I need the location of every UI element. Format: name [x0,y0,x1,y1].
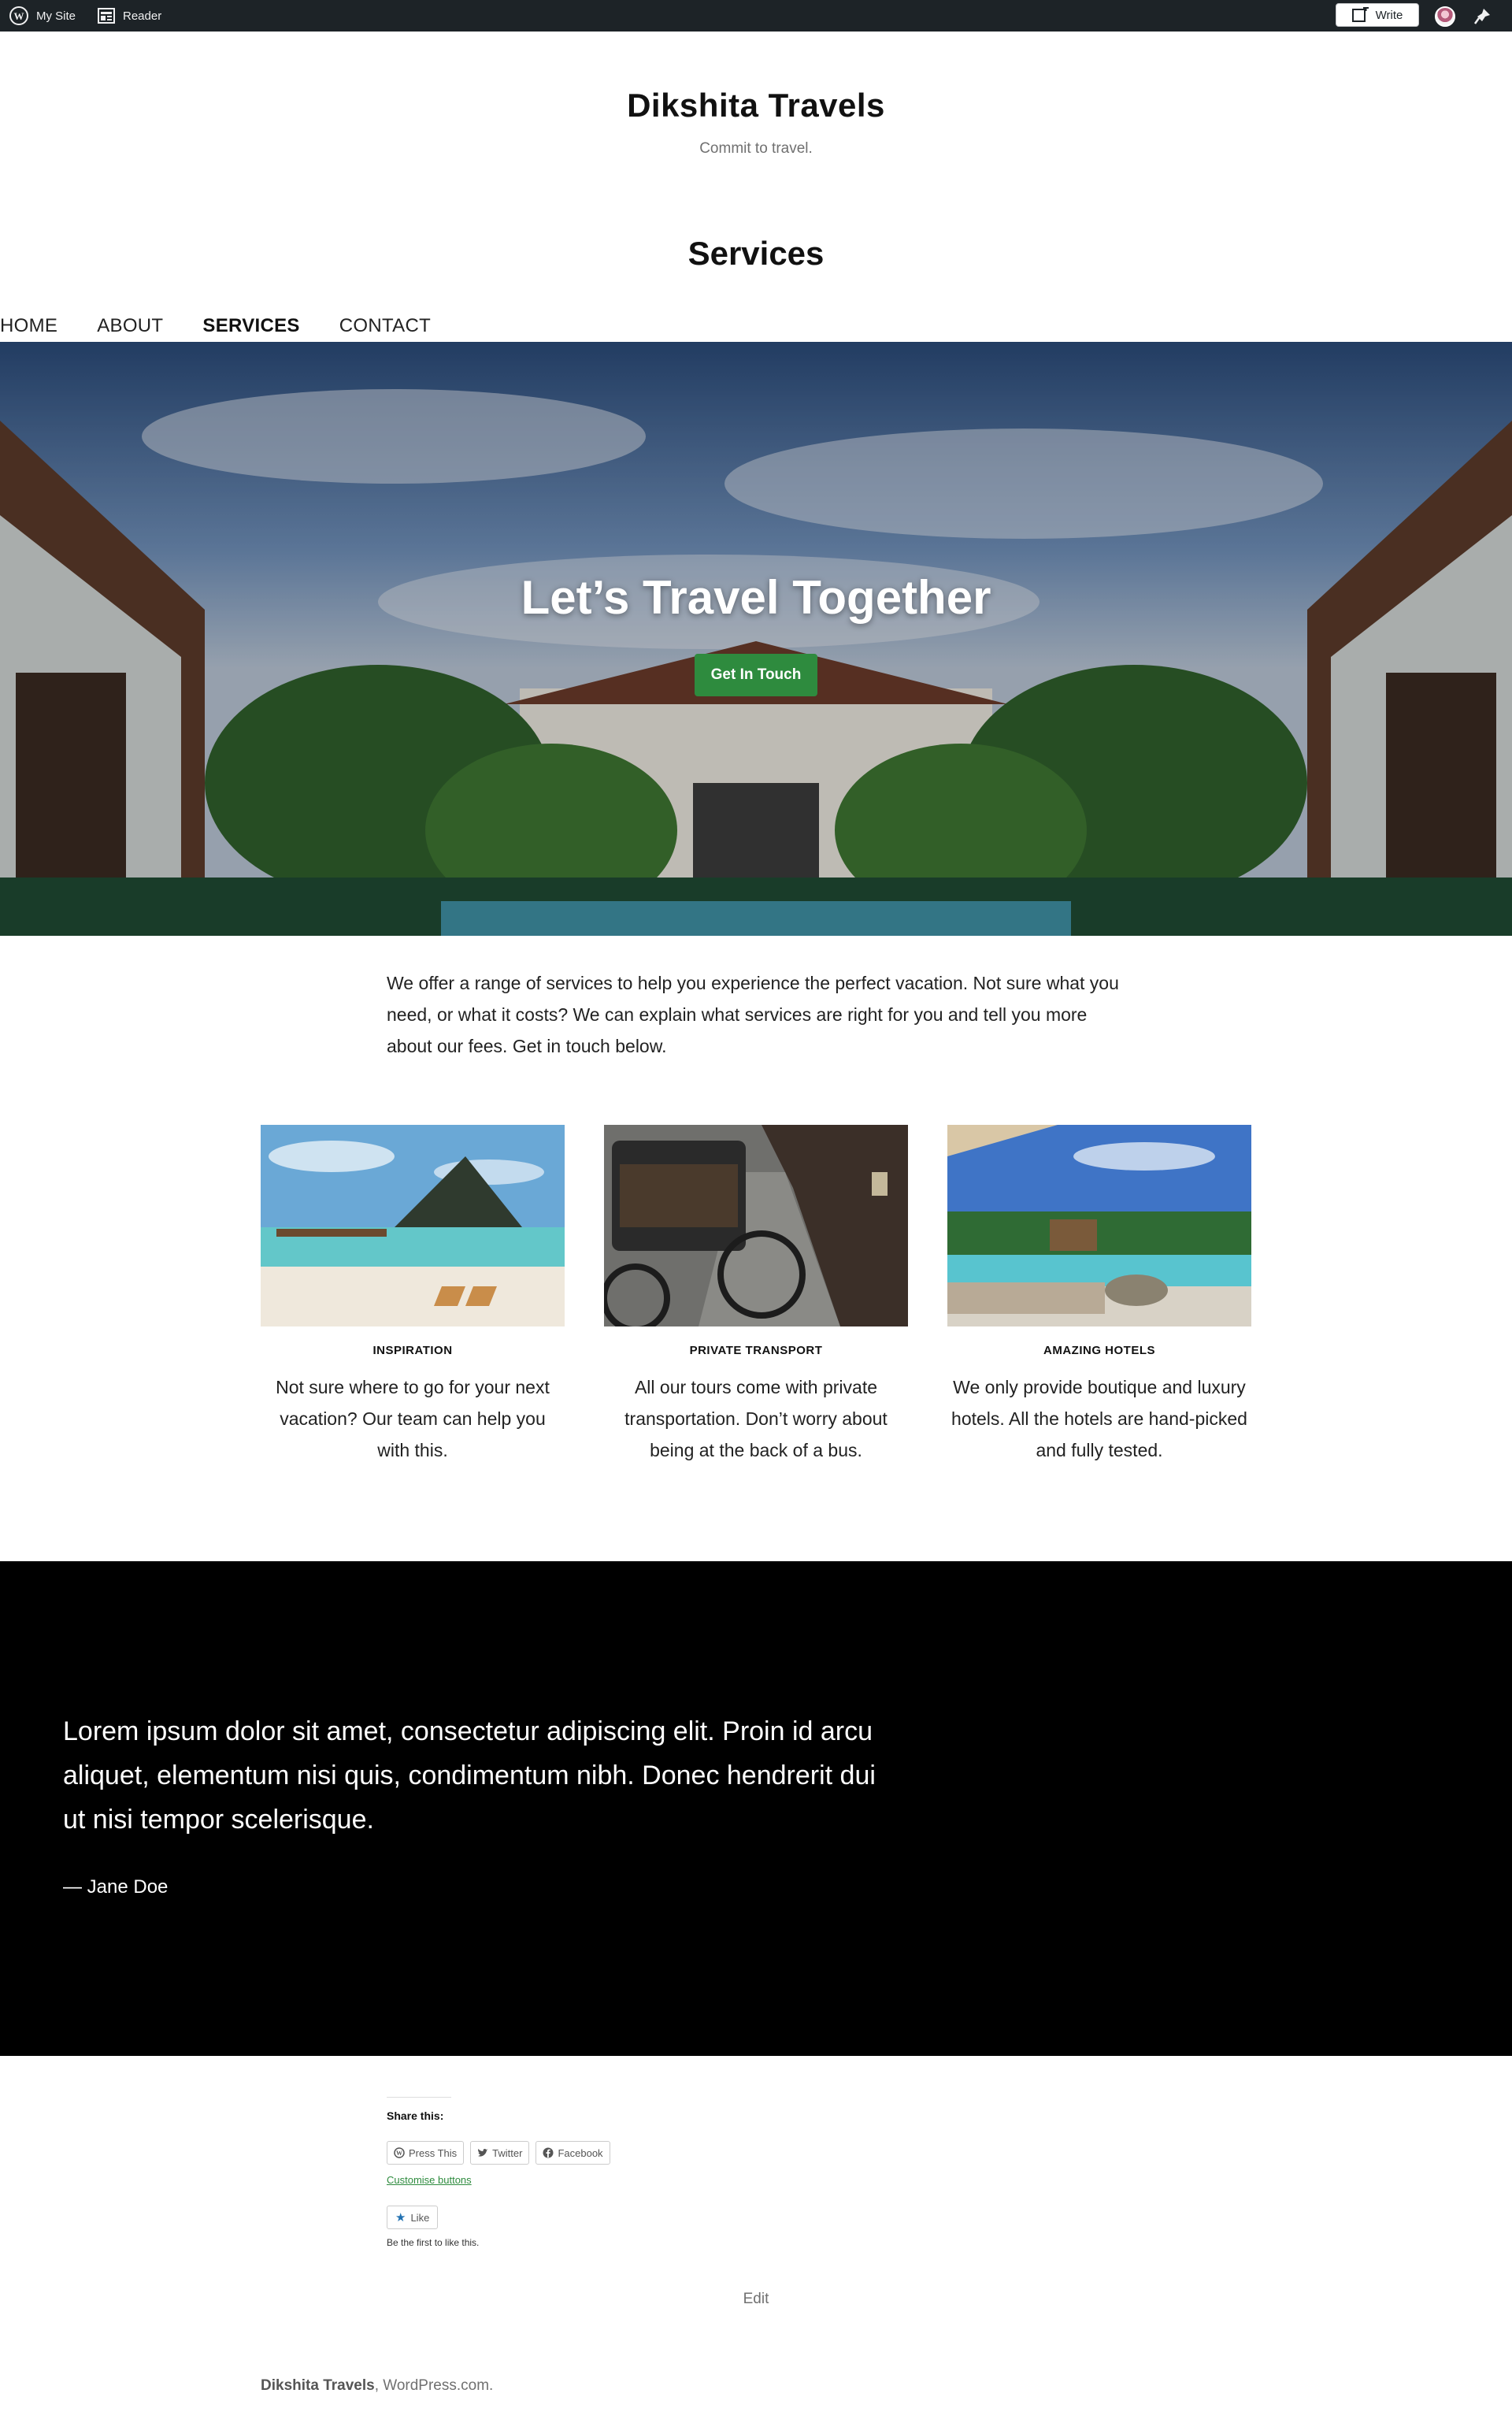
svg-text:W: W [396,2150,402,2157]
star-icon: ★ [395,2211,406,2224]
reader-label: Reader [123,9,162,23]
site-tagline: Commit to travel. [699,140,813,157]
service-title: AMAZING HOTELS [1043,1344,1155,1357]
nav-item-services[interactable]: SERVICES [202,315,299,337]
like-note: Be the first to like this. [387,2237,480,2248]
admin-bar: W My Site Reader Write [0,0,1512,32]
service-description: All our tours come with private transpor… [624,1377,888,1460]
amazing-hotels-image [947,1125,1251,1326]
nav-item-about[interactable]: ABOUT [97,315,163,337]
wordpress-icon: W [394,2147,405,2158]
press-this-button[interactable]: W Press This [387,2141,465,2165]
write-button[interactable]: Write [1336,3,1419,27]
page-title: Services [687,235,825,272]
main-nav: HOME ABOUT SERVICES CONTACT [0,312,470,340]
nav-item-home[interactable]: HOME [0,315,57,337]
service-description: We only provide boutique and luxury hote… [951,1377,1247,1460]
avatar[interactable] [1435,6,1455,27]
share-divider [387,2097,451,2098]
facebook-share-button[interactable]: Facebook [536,2141,610,2165]
inspiration-image [261,1125,565,1326]
service-title: PRIVATE TRANSPORT [689,1344,823,1357]
service-column-inspiration: INSPIRATION Not sure where to go for you… [261,1125,565,1466]
reader-icon [98,8,115,24]
notifications-icon[interactable] [1473,7,1492,26]
private-transport-image [604,1125,908,1326]
footer-site-link[interactable]: Dikshita Travels [261,2377,375,2394]
like-button[interactable]: ★ Like [387,2206,439,2229]
press-this-label: Press This [409,2146,458,2159]
footer-wordpress-link[interactable]: , WordPress.com. [375,2377,494,2394]
quote-text: Lorem ipsum dolor sit amet, consectetur … [63,1716,876,1835]
site-footer: Dikshita Travels, WordPress.com. [261,2377,493,2395]
reader-link[interactable]: Reader [98,0,161,32]
site-title[interactable]: Dikshita Travels [0,87,1512,124]
edit-link[interactable]: Edit [0,2291,1512,2308]
customise-buttons-link[interactable]: Customise buttons [387,2174,472,2186]
nav-item-contact[interactable]: CONTACT [339,315,431,337]
hero-heading: Let’s Travel Together [521,571,991,624]
write-label: Write [1375,8,1403,22]
share-heading: Share this: [387,2109,444,2122]
twitter-label: Twitter [492,2146,523,2159]
facebook-label: Facebook [558,2146,603,2159]
service-title: INSPIRATION [372,1344,453,1357]
service-description: Not sure where to go for your next vacat… [276,1377,550,1460]
svg-text:W: W [14,10,24,22]
quote-citation: — Jane Doe [63,1876,169,1898]
my-site-label: My Site [36,9,76,23]
write-icon [1351,7,1369,22]
testimonial-section: Lorem ipsum dolor sit amet, consectetur … [0,1561,1512,2056]
share-buttons: W Press This Twitter Facebook [387,2141,617,2165]
twitter-share-button[interactable]: Twitter [470,2141,530,2165]
service-column-private-transport: PRIVATE TRANSPORT All our tours come wit… [604,1125,908,1466]
hero-background-image [0,342,1512,936]
service-column-amazing-hotels: AMAZING HOTELS We only provide boutique … [947,1125,1251,1466]
facebook-icon [543,2147,554,2158]
like-label: Like [410,2211,430,2224]
hero-cover: Let’s Travel Together Get In Touch [0,342,1512,936]
wordpress-icon: W [9,6,28,25]
twitter-icon [478,2148,488,2157]
get-in-touch-button[interactable]: Get In Touch [695,654,817,696]
intro-paragraph: We offer a range of services to help you… [387,973,1119,1056]
my-site-link[interactable]: W My Site [9,0,76,32]
